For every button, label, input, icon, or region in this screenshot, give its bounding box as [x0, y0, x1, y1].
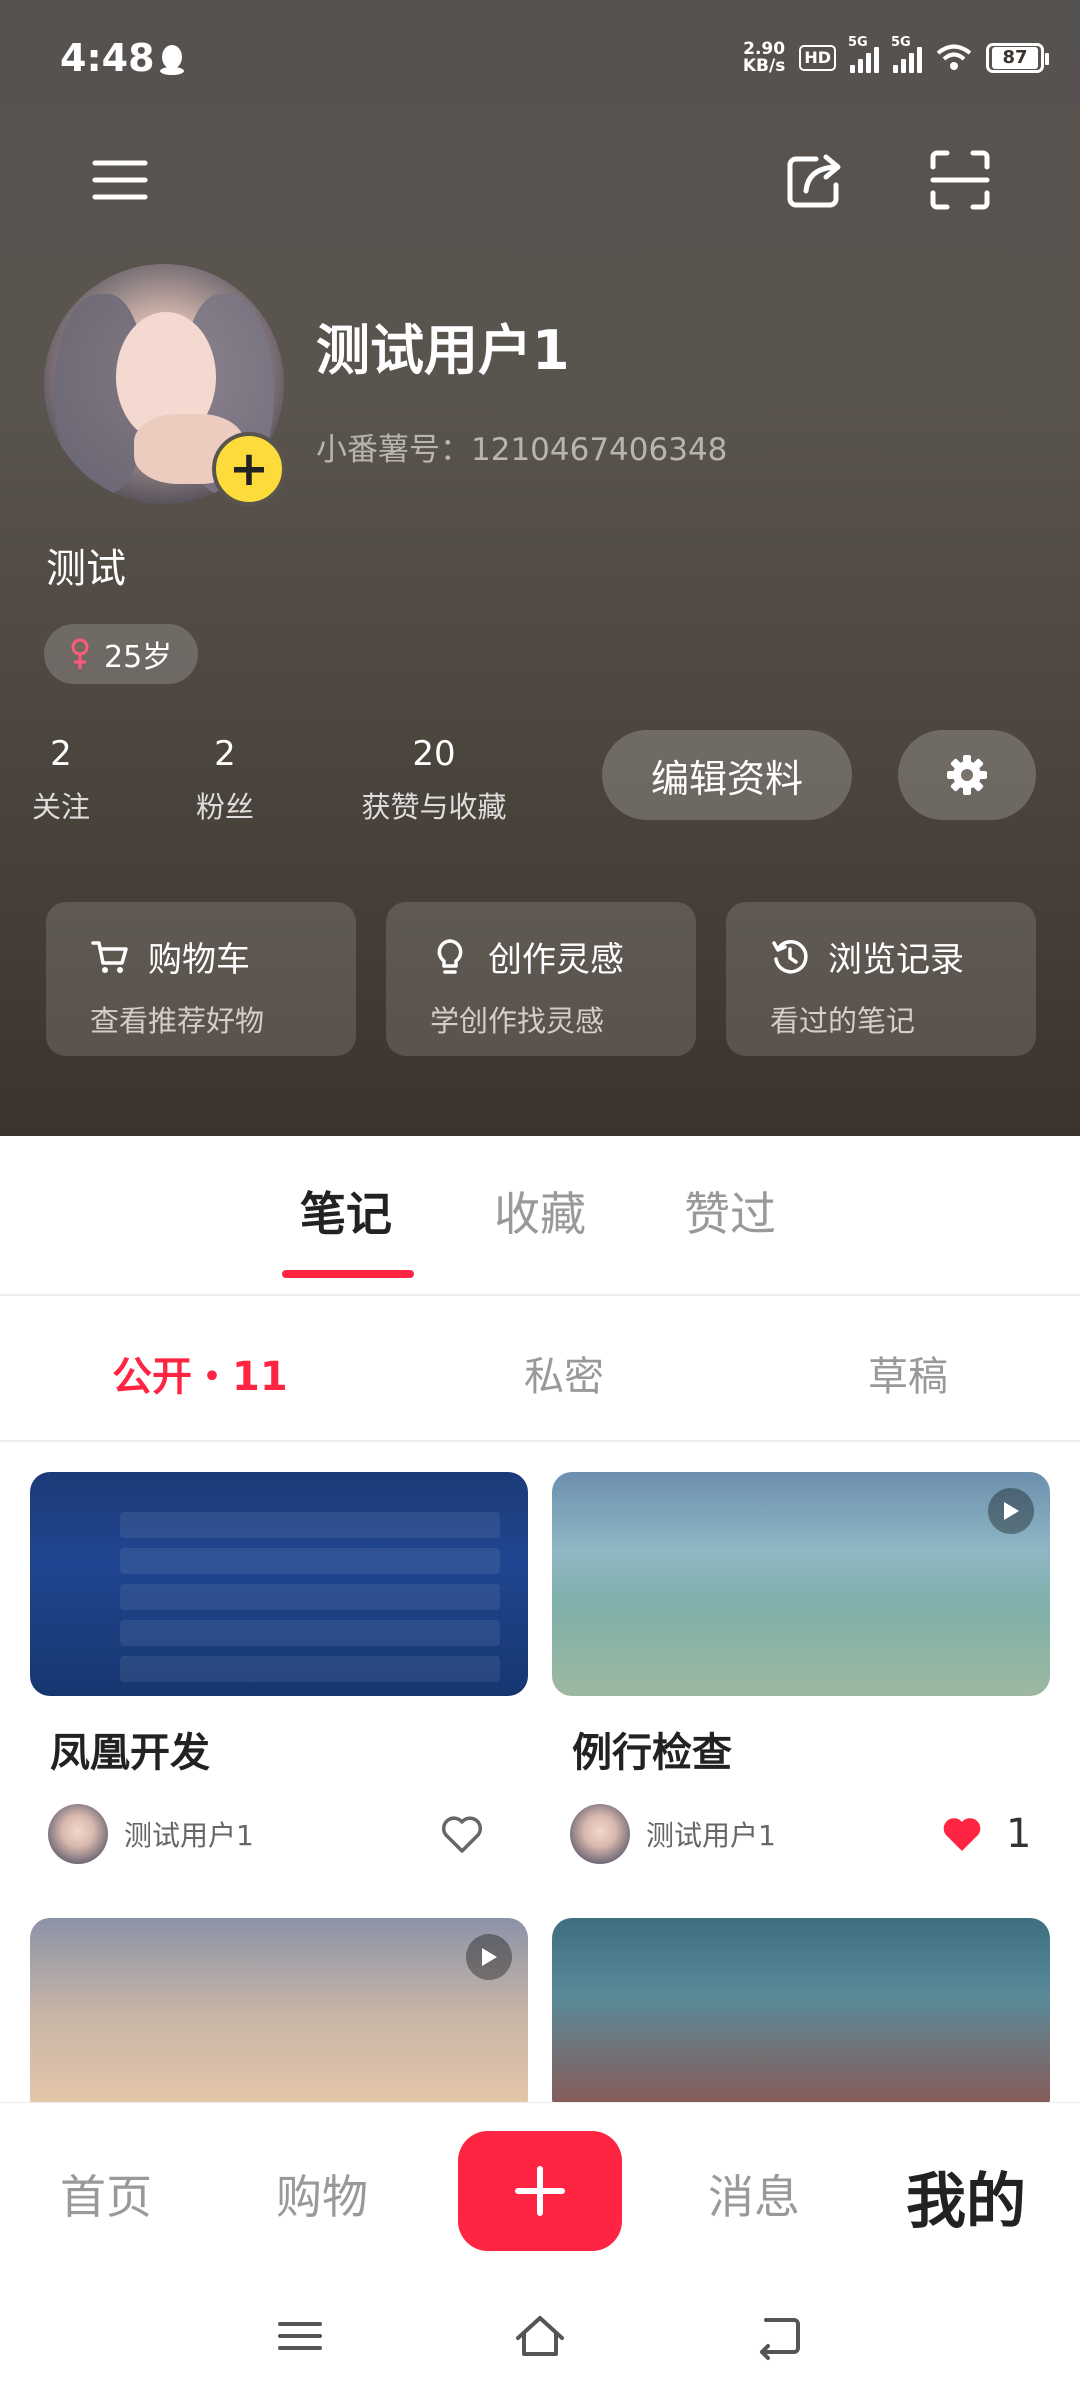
- scan-icon[interactable]: [925, 145, 995, 215]
- user-id[interactable]: 小番薯号：1210467406348: [316, 424, 727, 469]
- age-label: 25岁: [104, 640, 173, 675]
- share-icon[interactable]: [780, 145, 850, 215]
- recent-apps-icon[interactable]: [272, 2308, 328, 2364]
- video-play-icon: [988, 1488, 1034, 1534]
- battery-icon: 87: [986, 43, 1049, 73]
- avatar: [48, 1804, 108, 1864]
- edit-profile-button[interactable]: 编辑资料: [602, 730, 852, 820]
- status-time: 4:48: [60, 36, 155, 80]
- tab-favorites[interactable]: 收藏: [494, 1178, 586, 1244]
- settings-button[interactable]: [898, 730, 1036, 820]
- active-tab-indicator: [282, 1270, 414, 1278]
- status-bar: 4:48 2.90 KB/s HD 5G 5G 87: [0, 0, 1080, 120]
- qq-notification-icon: [160, 45, 184, 75]
- like-count: 1: [1006, 1811, 1032, 1857]
- tab-notes[interactable]: 笔记: [300, 1178, 392, 1244]
- nav-shop[interactable]: 购物: [276, 2161, 368, 2227]
- heart-filled-icon: [943, 1818, 981, 1851]
- bulb-icon: [437, 938, 463, 974]
- visibility-tabs: 公开・11 私密 草稿: [0, 1298, 1080, 1442]
- add-avatar-button[interactable]: +: [212, 432, 286, 506]
- nav-me[interactable]: 我的: [906, 2153, 1026, 2240]
- note-author[interactable]: 测试用户1: [48, 1804, 254, 1864]
- avatar: [570, 1804, 630, 1864]
- home-icon[interactable]: [512, 2308, 568, 2364]
- age-badge: 25岁: [44, 624, 199, 684]
- stat-followers[interactable]: 2 粉丝: [190, 734, 260, 826]
- signal-icon: 5G: [848, 35, 879, 73]
- notes-feed: 凤凰开发 例行检查 测试用户1 测试用户1 1: [0, 1442, 1080, 2102]
- note-cover[interactable]: [552, 1472, 1050, 1696]
- note-cover[interactable]: [552, 1918, 1050, 2102]
- tab-drafts[interactable]: 草稿: [868, 1344, 948, 1402]
- nav-messages[interactable]: 消息: [708, 2161, 800, 2227]
- network-speed: 2.90 KB/s: [742, 39, 786, 76]
- stat-following[interactable]: 2 关注: [30, 734, 92, 826]
- creation-inspiration-card[interactable]: 创作灵感 学创作找灵感: [386, 902, 696, 1056]
- plus-icon: [515, 2166, 565, 2216]
- username: 测试用户1: [316, 319, 570, 382]
- nav-home[interactable]: 首页: [60, 2161, 152, 2227]
- bottom-nav: 首页 购物 消息 我的: [0, 2102, 1080, 2282]
- shopping-cart-card[interactable]: 购物车 查看推荐好物: [46, 902, 356, 1056]
- wifi-icon: [936, 44, 972, 70]
- menu-icon[interactable]: [85, 145, 155, 215]
- publish-button[interactable]: [458, 2131, 622, 2251]
- heart-outline-icon: [441, 1816, 483, 1853]
- like-button[interactable]: [440, 1804, 506, 1864]
- note-title[interactable]: 例行检查: [572, 1720, 732, 1778]
- browse-history-card[interactable]: 浏览记录 看过的笔记: [726, 902, 1036, 1056]
- tab-private[interactable]: 私密: [524, 1344, 604, 1402]
- tab-public[interactable]: 公开・11: [112, 1344, 288, 1402]
- note-title[interactable]: 凤凰开发: [50, 1720, 210, 1778]
- like-button[interactable]: 1: [940, 1804, 1031, 1864]
- video-play-icon: [466, 1934, 512, 1980]
- tab-liked[interactable]: 赞过: [684, 1178, 776, 1244]
- stat-likes[interactable]: 20 获赞与收藏: [354, 734, 514, 826]
- status-indicators: 2.90 KB/s HD 5G 5G 87: [742, 35, 1049, 80]
- signal-icon: 5G: [891, 35, 922, 73]
- profile-header: 4:48 2.90 KB/s HD 5G 5G 87 + 测试用户1 小番薯号：…: [0, 0, 1080, 1136]
- female-icon: [71, 638, 89, 669]
- hd-icon: HD: [799, 45, 836, 71]
- back-icon[interactable]: [752, 2308, 808, 2364]
- note-cover[interactable]: [30, 1472, 528, 1696]
- system-nav-bar: [0, 2282, 1080, 2400]
- history-icon: [772, 939, 808, 973]
- gear-icon: [947, 755, 987, 795]
- note-author[interactable]: 测试用户1: [570, 1804, 776, 1864]
- content-tabs: 笔记 收藏 赞过: [0, 1136, 1080, 1296]
- cart-icon: [91, 940, 128, 973]
- note-cover[interactable]: [30, 1918, 528, 2102]
- bio[interactable]: 测试: [46, 536, 126, 594]
